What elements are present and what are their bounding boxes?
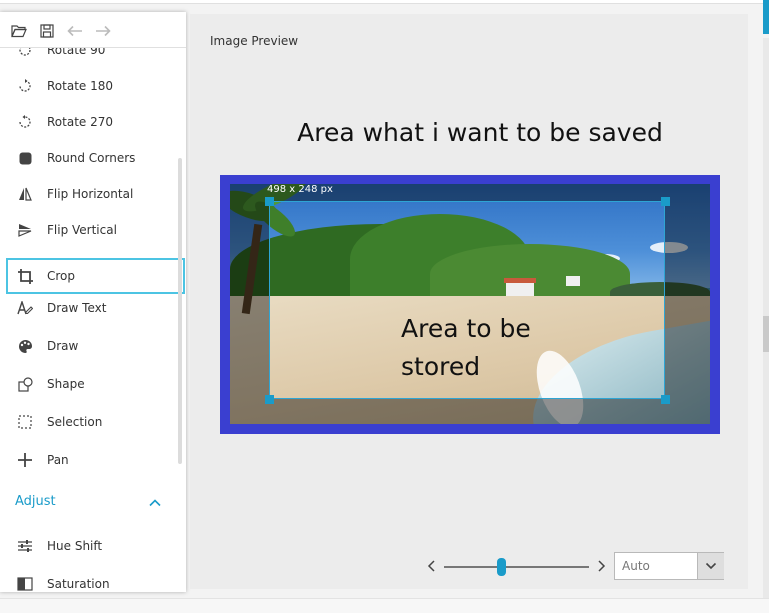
annotation-saved-area: Area what i want to be saved [297, 118, 663, 147]
draw-text-icon [16, 299, 34, 317]
crop-icon [16, 267, 34, 285]
menu-item-selection[interactable]: Selection [0, 404, 186, 440]
menu-item-label: Draw [47, 339, 79, 353]
zoom-slider-thumb[interactable] [497, 558, 506, 576]
crop-mask-right [665, 201, 710, 399]
page-scrollbar-thumb[interactable] [763, 316, 769, 352]
crop-handle-bottom-left[interactable] [265, 395, 274, 404]
menu-item-label: Round Corners [47, 151, 136, 165]
pan-icon [16, 451, 34, 469]
chevron-right-icon[interactable] [595, 558, 607, 574]
image-editor-app: Rotate 90 Rotate 180 Rotate 270 Round Co… [0, 0, 769, 613]
menu-item-label: Draw Text [47, 301, 107, 315]
preview-title: Image Preview [210, 34, 299, 48]
right-accent-bar [763, 0, 769, 34]
menu-item-round-corners[interactable]: Round Corners [0, 140, 186, 176]
crop-handle-top-left[interactable] [265, 197, 274, 206]
adjust-section-label: Adjust [15, 494, 56, 509]
adjust-section-header[interactable]: Adjust [0, 485, 186, 521]
menu-item-label: Shape [47, 377, 85, 391]
round-corners-icon [16, 149, 34, 167]
menu-item-label: Rotate 180 [47, 79, 114, 93]
menu-item-label: Flip Vertical [47, 223, 117, 237]
redo-icon[interactable] [94, 22, 112, 40]
chevron-down-icon[interactable] [697, 553, 724, 579]
menu-item-flip-horizontal[interactable]: Flip Horizontal [0, 176, 186, 212]
menu-item-label: Flip Horizontal [47, 187, 134, 201]
shape-icon [16, 375, 34, 393]
bottom-strip [0, 598, 769, 613]
sliders-icon [16, 537, 34, 555]
panel-scrollbar[interactable] [178, 158, 182, 464]
chevron-up-icon[interactable] [148, 495, 164, 511]
menu-item-label: Rotate 270 [47, 115, 114, 129]
flip-horizontal-icon [16, 185, 34, 203]
menu-item-saturation[interactable]: Saturation [0, 566, 186, 592]
file-toolbar [0, 12, 186, 48]
flip-vertical-icon [16, 221, 34, 239]
crop-mask-bottom [230, 399, 710, 424]
chevron-left-icon[interactable] [426, 558, 438, 574]
menu-item-hue-shift[interactable]: Hue Shift [0, 528, 186, 564]
crop-mask-left [230, 201, 269, 399]
menu-item-flip-vertical[interactable]: Flip Vertical [0, 212, 186, 248]
menu-item-pan[interactable]: Pan [0, 442, 186, 478]
zoom-slider-track[interactable] [444, 566, 589, 568]
zoom-select-value: Auto [622, 559, 650, 573]
menu-item-draw-text[interactable]: Draw Text [0, 290, 186, 326]
save-icon[interactable] [38, 22, 56, 40]
rotate-180-icon [16, 77, 34, 95]
folder-open-icon[interactable] [10, 22, 28, 40]
menu-item-shape[interactable]: Shape [0, 366, 186, 402]
crop-size-label: 498 x 248 px [267, 184, 333, 195]
menu-item-rotate-270[interactable]: Rotate 270 [0, 104, 186, 140]
menu-item-label: Hue Shift [47, 539, 103, 553]
menu-item-label: Saturation [47, 577, 110, 591]
zoom-select[interactable]: Auto [614, 552, 724, 580]
menu-item-label: Pan [47, 453, 69, 467]
crop-handle-top-right[interactable] [661, 197, 670, 206]
menu-item-crop[interactable]: Crop [6, 258, 185, 294]
crop-handle-bottom-right[interactable] [661, 395, 670, 404]
menu-item-label: Crop [47, 269, 76, 283]
palette-icon [16, 337, 34, 355]
annotation-stored-area: Area to be stored [401, 314, 531, 381]
saturation-icon [16, 575, 34, 592]
menu-item-rotate-180[interactable]: Rotate 180 [0, 68, 186, 104]
undo-icon[interactable] [66, 22, 84, 40]
menu-item-label: Selection [47, 415, 103, 429]
tool-panel: Rotate 90 Rotate 180 Rotate 270 Round Co… [0, 12, 186, 592]
selection-icon [16, 413, 34, 431]
page-scrollbar[interactable] [763, 38, 769, 613]
top-border [0, 0, 769, 4]
rotate-270-icon [16, 113, 34, 131]
menu-item-draw[interactable]: Draw [0, 328, 186, 364]
